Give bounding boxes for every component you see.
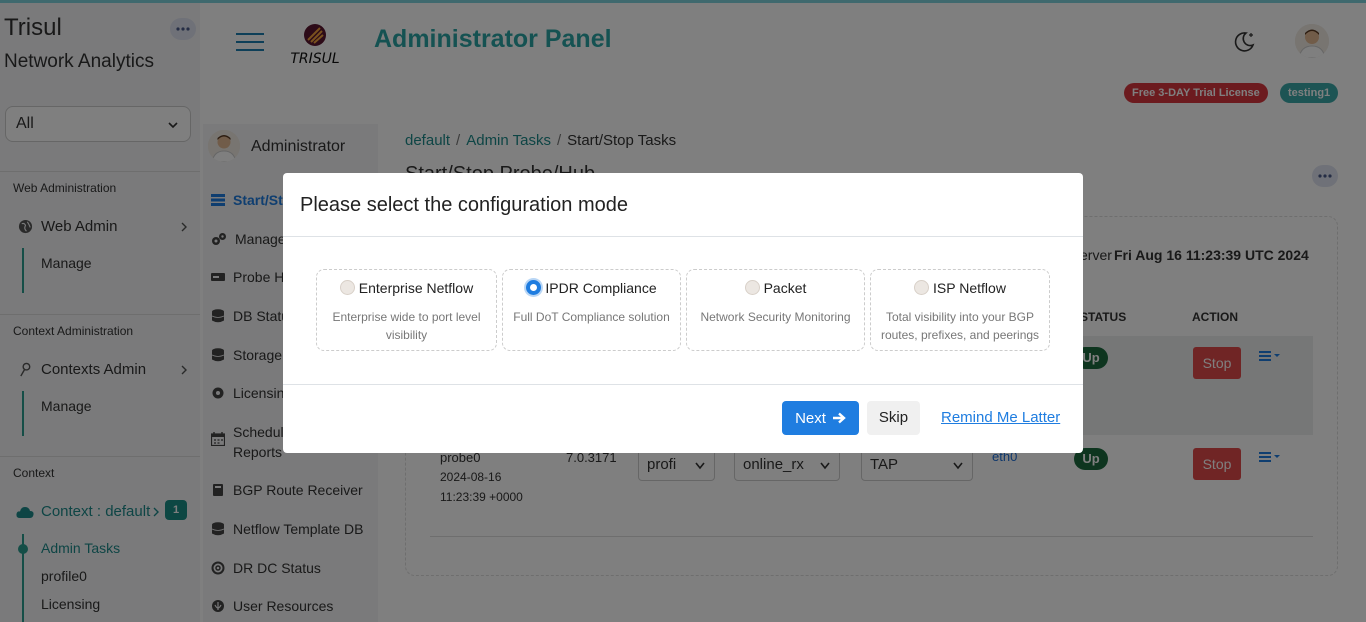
radio-button-selected[interactable]	[526, 280, 542, 295]
modal-header-divider	[283, 236, 1083, 237]
option-packet[interactable]: Packet Network Security Monitoring	[686, 269, 865, 351]
option-description: Total visibility into your BGP routes, p…	[880, 310, 1040, 342]
radio-button[interactable]	[744, 280, 760, 295]
remind-me-later-link[interactable]: Remind Me Latter	[941, 409, 1060, 426]
next-button[interactable]: Next	[782, 401, 859, 435]
radio-button[interactable]	[339, 280, 355, 295]
option-enterprise-netflow[interactable]: Enterprise Netflow Enterprise wide to po…	[316, 269, 497, 351]
config-mode-modal: Please select the configuration mode Ent…	[283, 173, 1083, 453]
option-ipdr-compliance[interactable]: IPDR Compliance Full DoT Compliance solu…	[502, 269, 681, 351]
radio-button[interactable]	[914, 280, 930, 295]
option-description: Network Security Monitoring	[700, 310, 851, 324]
modal-footer-divider	[283, 384, 1083, 385]
arrow-right-icon	[832, 412, 846, 424]
modal-title: Please select the configuration mode	[300, 194, 628, 216]
option-isp-netflow[interactable]: ISP Netflow Total visibility into your B…	[870, 269, 1050, 351]
skip-button[interactable]: Skip	[867, 401, 920, 435]
option-description: Enterprise wide to port level visibility	[332, 310, 481, 342]
option-description: Full DoT Compliance solution	[513, 310, 670, 324]
